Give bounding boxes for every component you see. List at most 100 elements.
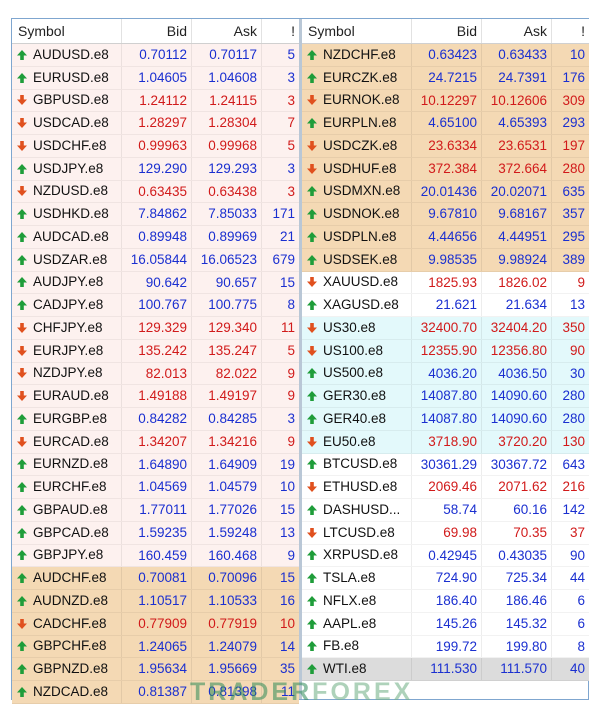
symbol-cell: EURCZK.e8 (302, 66, 412, 89)
arrow-down-icon (307, 482, 317, 493)
symbol-name: EU50.e8 (323, 433, 376, 449)
symbol-name: EURGBP.e8 (33, 410, 108, 426)
table-row[interactable]: EURAUD.e8 1.49188 1.49197 9 (12, 385, 299, 408)
table-row[interactable]: USDHKD.e8 7.84862 7.85033 171 (12, 203, 299, 226)
table-row[interactable]: EURCZK.e8 24.7215 24.7391 176 (302, 66, 589, 90)
column-header-bid[interactable]: Bid (412, 19, 482, 43)
table-row[interactable]: FB.e8 199.72 199.80 8 (302, 635, 589, 659)
ask-cell: 1.24115 (192, 89, 262, 112)
table-row[interactable]: NFLX.e8 186.40 186.46 6 (302, 590, 589, 613)
table-row[interactable]: XRPUSD.e8 0.42945 0.43035 90 (302, 544, 589, 568)
table-row[interactable]: BTCUSD.e8 30361.29 30367.72 643 (302, 453, 589, 477)
column-header-ask[interactable]: Ask (482, 19, 552, 43)
table-row[interactable]: USDSEK.e8 9.98535 9.98924 389 (302, 248, 589, 272)
bid-cell: 111.530 (412, 658, 482, 680)
table-row[interactable]: USDHUF.e8 372.384 372.664 280 (302, 157, 589, 181)
table-row[interactable]: XAUUSD.e8 1825.93 1826.02 9 (302, 271, 589, 295)
table-row[interactable]: EURPLN.e8 4.65100 4.65393 293 (302, 112, 589, 135)
ask-cell: 0.89969 (192, 226, 262, 248)
table-row[interactable]: EURGBP.e8 0.84282 0.84285 3 (12, 408, 299, 431)
table-row[interactable]: CADCHF.e8 0.77909 0.77919 10 (12, 612, 299, 636)
table-row[interactable]: GBPCAD.e8 1.59235 1.59248 13 (12, 521, 299, 545)
table-row[interactable]: USDNOK.e8 9.67810 9.68167 357 (302, 203, 589, 226)
arrow-up-icon (17, 209, 27, 220)
table-row[interactable]: EURJPY.e8 135.242 135.247 5 (12, 339, 299, 363)
table-row[interactable]: AUDCHF.e8 0.70081 0.70096 15 (12, 567, 299, 590)
symbol-cell: EURUSD.e8 (12, 66, 122, 89)
bid-cell: 4036.20 (412, 362, 482, 385)
symbol-cell: AUDNZD.e8 (12, 590, 122, 612)
table-header: Symbol Bid Ask ! (302, 19, 589, 44)
table-row[interactable]: USDCAD.e8 1.28297 1.28304 7 (12, 112, 299, 135)
table-row[interactable]: NZDJPY.e8 82.013 82.022 9 (12, 362, 299, 386)
ask-cell: 1.34216 (192, 430, 262, 453)
table-row[interactable]: NZDCHF.e8 0.63423 0.63433 10 (302, 44, 589, 67)
symbol-cell: GBPCAD.e8 (12, 521, 122, 544)
table-row[interactable]: AAPL.e8 145.26 145.32 6 (302, 612, 589, 636)
table-row[interactable]: AUDCAD.e8 0.89948 0.89969 21 (12, 226, 299, 249)
table-row[interactable]: GER40.e8 14087.80 14090.60 280 (302, 408, 589, 431)
table-row[interactable]: EURCAD.e8 1.34207 1.34216 9 (12, 430, 299, 454)
column-header-symbol[interactable]: Symbol (302, 19, 412, 43)
table-row[interactable]: GBPAUD.e8 1.77011 1.77026 15 (12, 499, 299, 522)
symbol-name: EURNZD.e8 (33, 456, 109, 472)
symbol-cell: EURGBP.e8 (12, 408, 122, 430)
table-row[interactable]: EURNZD.e8 1.64890 1.64909 19 (12, 453, 299, 477)
table-row[interactable]: ETHUSD.e8 2069.46 2071.62 216 (302, 476, 589, 499)
table-row[interactable]: USDPLN.e8 4.44656 4.44951 295 (302, 226, 589, 249)
table-row[interactable]: US30.e8 32400.70 32404.20 350 (302, 317, 589, 340)
symbol-cell: EURJPY.e8 (12, 339, 122, 362)
table-row[interactable]: EU50.e8 3718.90 3720.20 130 (302, 430, 589, 454)
column-header-symbol[interactable]: Symbol (12, 19, 122, 43)
column-header-spread[interactable]: ! (552, 19, 589, 43)
watermark-logo: TRADERFOREX (190, 678, 414, 706)
table-row[interactable]: EURNOK.e8 10.12297 10.12606 309 (302, 89, 589, 113)
table-row[interactable]: EURCHF.e8 1.04569 1.04579 10 (12, 476, 299, 499)
table-row[interactable]: USDCZK.e8 23.6334 23.6531 197 (302, 135, 589, 158)
table-row[interactable]: XAGUSD.e8 21.621 21.634 13 (302, 294, 589, 317)
ask-cell: 14090.60 (482, 408, 552, 430)
table-row[interactable]: CHFJPY.e8 129.329 129.340 11 (12, 317, 299, 340)
column-header-spread[interactable]: ! (262, 19, 299, 43)
symbol-cell: BTCUSD.e8 (302, 453, 412, 476)
ask-cell: 0.63433 (482, 44, 552, 66)
table-row[interactable]: AUDNZD.e8 1.10517 1.10533 16 (12, 590, 299, 613)
table-row[interactable]: TSLA.e8 724.90 725.34 44 (302, 567, 589, 590)
table-row[interactable]: US500.e8 4036.20 4036.50 30 (302, 362, 589, 386)
ask-cell: 70.35 (482, 521, 552, 544)
bid-cell: 186.40 (412, 590, 482, 612)
table-row[interactable]: USDJPY.e8 129.290 129.293 3 (12, 157, 299, 181)
symbol-name: ETHUSD.e8 (323, 479, 398, 495)
spread-cell: 30 (569, 365, 585, 381)
bid-cell: 69.98 (412, 521, 482, 544)
table-row[interactable]: USDMXN.e8 20.01436 20.02071 635 (302, 180, 589, 204)
table-row[interactable]: EURUSD.e8 1.04605 1.04608 3 (12, 66, 299, 90)
table-row[interactable]: DASHUSD... 58.74 60.16 142 (302, 499, 589, 522)
table-row[interactable]: GBPUSD.e8 1.24112 1.24115 3 (12, 89, 299, 113)
table-row[interactable]: NZDUSD.e8 0.63435 0.63438 3 (12, 180, 299, 204)
table-row[interactable]: LTCUSD.e8 69.98 70.35 37 (302, 521, 589, 545)
table-row[interactable]: GER30.e8 14087.80 14090.60 280 (302, 385, 589, 408)
table-row[interactable]: USDZAR.e8 16.05844 16.06523 679 (12, 248, 299, 272)
spread-cell: 5 (287, 342, 295, 358)
bid-cell: 0.89948 (122, 226, 192, 248)
market-watch-panel-left: Symbol Bid Ask ! AUDUSD.e8 0.70112 0.70117… (12, 19, 299, 704)
table-row[interactable]: GBPCHF.e8 1.24065 1.24079 14 (12, 635, 299, 659)
arrow-down-icon (17, 368, 27, 379)
table-row[interactable]: AUDJPY.e8 90.642 90.657 15 (12, 271, 299, 295)
symbol-name: NZDUSD.e8 (33, 183, 109, 199)
table-row[interactable]: USDCHF.e8 0.99963 0.99968 5 (12, 135, 299, 158)
table-row[interactable]: GBPJPY.e8 160.459 160.468 9 (12, 544, 299, 568)
symbol-name: CADCHF.e8 (33, 615, 107, 631)
ask-cell: 725.34 (482, 567, 552, 589)
arrow-up-icon (17, 231, 27, 242)
symbol-cell: NFLX.e8 (302, 590, 412, 612)
column-header-bid[interactable]: Bid (122, 19, 192, 43)
table-row[interactable]: AUDUSD.e8 0.70112 0.70117 5 (12, 44, 299, 67)
bid-cell: 1.24065 (122, 635, 192, 658)
symbol-cell: USDCHF.e8 (12, 135, 122, 157)
table-row[interactable]: US100.e8 12355.90 12356.80 90 (302, 339, 589, 363)
symbol-cell: AUDUSD.e8 (12, 44, 122, 66)
table-row[interactable]: CADJPY.e8 100.767 100.775 8 (12, 294, 299, 317)
column-header-ask[interactable]: Ask (192, 19, 262, 43)
